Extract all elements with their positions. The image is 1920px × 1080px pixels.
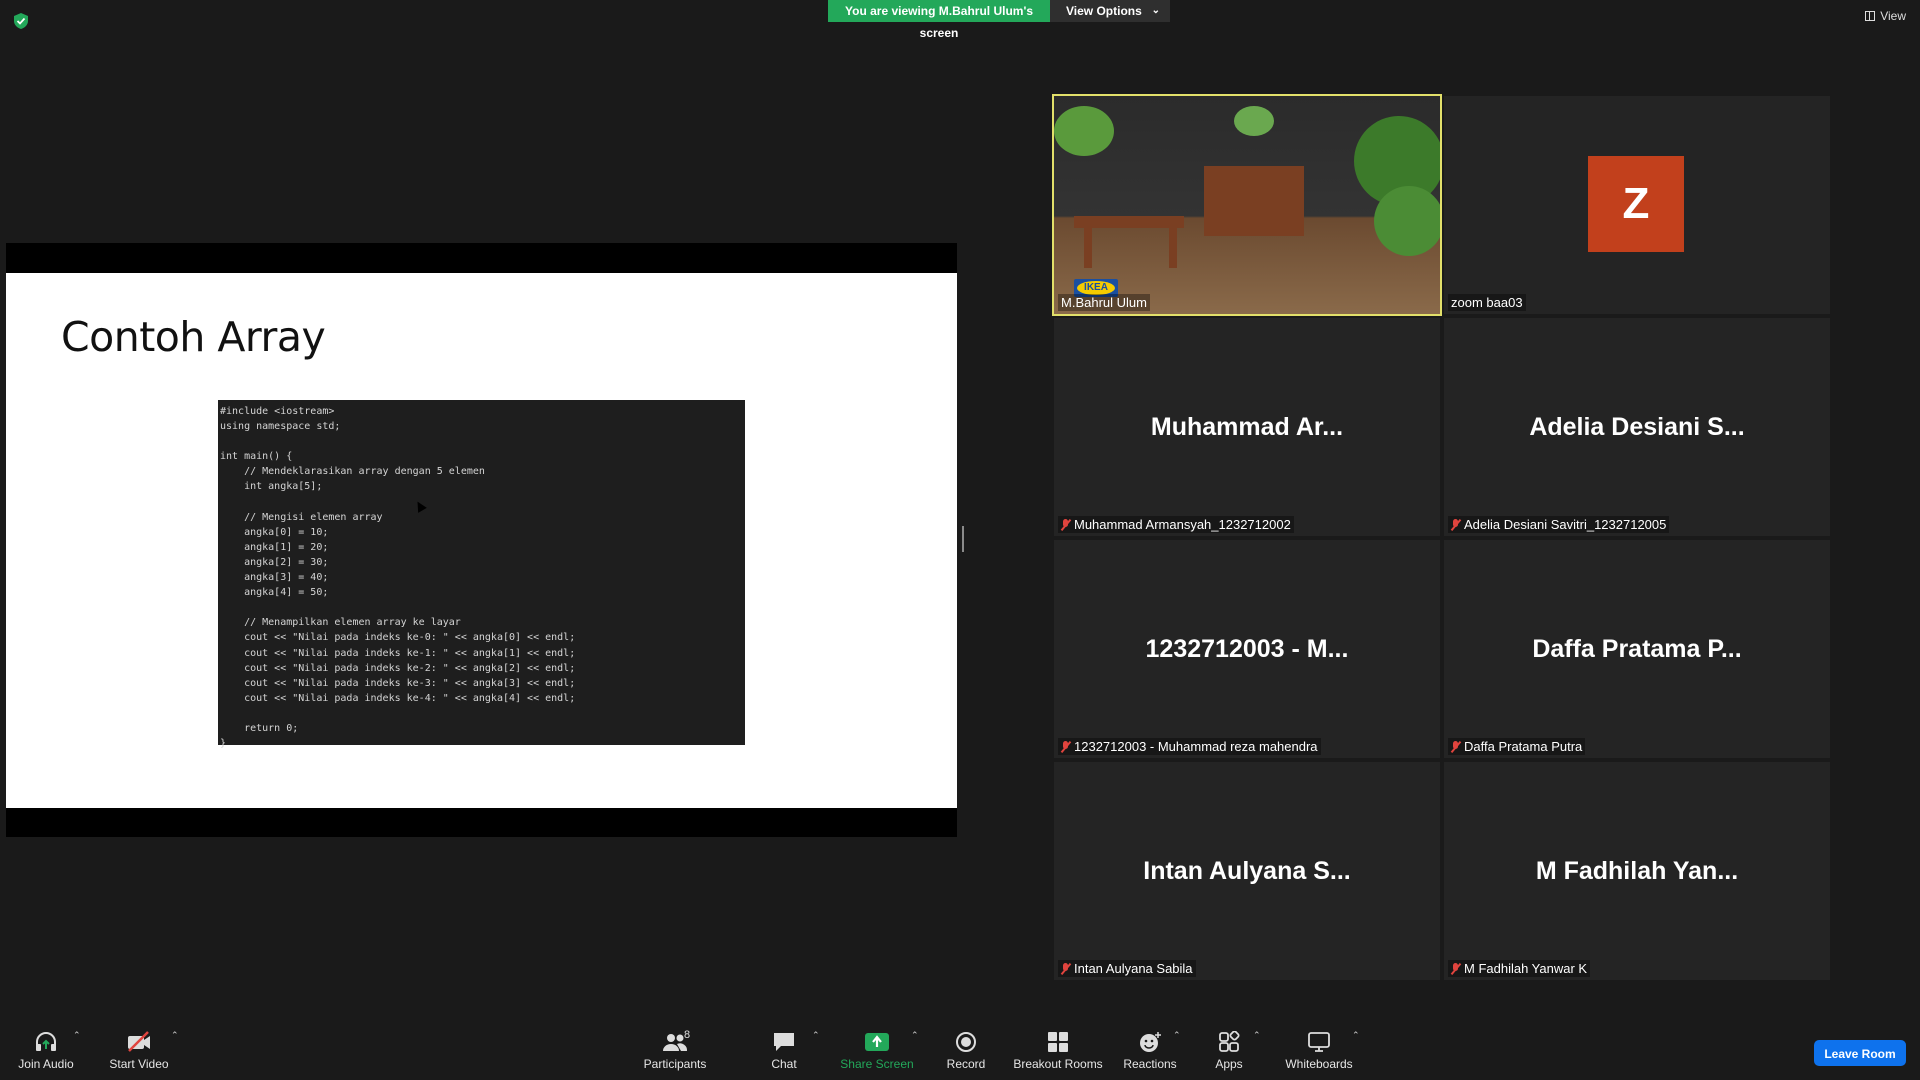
- chat-button[interactable]: Chat: [764, 1018, 804, 1080]
- reactions-label: Reactions: [1123, 1057, 1177, 1071]
- participant-display-name: Intan Aulyana S...: [1143, 857, 1351, 885]
- participant-name: Daffa Pratama Putra: [1464, 739, 1583, 754]
- breakout-rooms-button[interactable]: Breakout Rooms: [1013, 1018, 1103, 1080]
- avatar: Z: [1588, 156, 1684, 252]
- mic-muted-icon: [1061, 518, 1070, 531]
- participant-name-label: Daffa Pratama Putra: [1448, 738, 1586, 755]
- participant-name: Intan Aulyana Sabila: [1074, 961, 1193, 976]
- meeting-toolbar: Join Audio ⌃ Start Video ⌃ 8 Participant…: [0, 1018, 1920, 1080]
- participant-display-name: Daffa Pratama P...: [1532, 635, 1742, 663]
- share-options-caret-icon[interactable]: ⌃: [911, 1030, 919, 1041]
- participant-name: Adelia Desiani Savitri_1232712005: [1464, 517, 1667, 532]
- mic-muted-icon: [1451, 518, 1460, 531]
- screen-share-banner: You are viewing M.Bahrul Ulum's screen V…: [828, 0, 1170, 40]
- mic-muted-icon: [1451, 962, 1460, 975]
- apps-options-caret-icon[interactable]: ⌃: [1253, 1030, 1261, 1041]
- participant-name-label: M.Bahrul Ulum: [1058, 294, 1150, 311]
- video-tile-m-fadhilah[interactable]: M Fadhilah Yan... M Fadhilah Yanwar K: [1444, 762, 1830, 980]
- view-button[interactable]: View: [1865, 9, 1906, 23]
- record-label: Record: [946, 1057, 986, 1071]
- start-video-label: Start Video: [109, 1057, 169, 1071]
- participant-name: 1232712003 - Muhammad reza mahendra: [1074, 739, 1318, 754]
- join-audio-label: Join Audio: [18, 1057, 74, 1071]
- apps-button[interactable]: Apps: [1212, 1018, 1246, 1080]
- participants-button[interactable]: 8 Participants: [640, 1018, 710, 1080]
- security-shield-icon[interactable]: [12, 12, 30, 30]
- video-tile-muhammad-armansyah[interactable]: Muhammad Ar... Muhammad Armansyah_123271…: [1054, 318, 1440, 536]
- share-screen-button[interactable]: Share Screen: [840, 1018, 914, 1080]
- apps-icon: [1216, 1031, 1242, 1053]
- video-tile-adelia-desiani[interactable]: Adelia Desiani S... Adelia Desiani Savit…: [1444, 318, 1830, 536]
- video-off-icon: [126, 1031, 152, 1053]
- participant-display-name: Adelia Desiani S...: [1529, 413, 1745, 441]
- mic-muted-icon: [1061, 962, 1070, 975]
- participant-name: M.Bahrul Ulum: [1061, 295, 1147, 310]
- participant-name: M Fadhilah Yanwar K: [1464, 961, 1588, 976]
- participant-display-name: M Fadhilah Yan...: [1535, 857, 1739, 885]
- chat-label: Chat: [771, 1057, 797, 1071]
- participants-label: Participants: [643, 1057, 707, 1071]
- video-tile-zoom-baa03[interactable]: Z zoom baa03: [1444, 96, 1830, 314]
- breakout-rooms-icon: [1045, 1031, 1071, 1053]
- participant-name-label: M Fadhilah Yanwar K: [1448, 960, 1591, 977]
- smiley-icon: [1137, 1031, 1163, 1053]
- join-audio-button[interactable]: Join Audio: [16, 1018, 76, 1080]
- shared-screen-area[interactable]: Contoh Array #include <iostream> using n…: [6, 243, 957, 837]
- participant-name-label: 1232712003 - Muhammad reza mahendra: [1058, 738, 1321, 755]
- participant-name-label: Adelia Desiani Savitri_1232712005: [1448, 516, 1670, 533]
- camera-video-feed: IKEA: [1054, 96, 1440, 314]
- share-screen-label: Share Screen: [840, 1057, 914, 1071]
- headphones-icon: [33, 1031, 59, 1053]
- participant-name-label: zoom baa03: [1448, 294, 1526, 311]
- share-screen-icon: [864, 1031, 890, 1053]
- participant-name: Muhammad Armansyah_1232712002: [1074, 517, 1291, 532]
- reactions-button[interactable]: Reactions: [1123, 1018, 1177, 1080]
- participant-name: zoom baa03: [1451, 295, 1523, 310]
- start-video-button[interactable]: Start Video: [106, 1018, 172, 1080]
- participant-name-label: Intan Aulyana Sabila: [1058, 960, 1196, 977]
- record-icon: [953, 1031, 979, 1053]
- view-label: View: [1880, 9, 1906, 23]
- slide-title: Contoh Array: [61, 313, 326, 361]
- code-text: #include <iostream> using namespace std;…: [220, 406, 576, 750]
- view-options-label: View Options: [1066, 4, 1142, 18]
- mic-muted-icon: [1451, 740, 1460, 753]
- leave-room-button[interactable]: Leave Room: [1814, 1040, 1906, 1066]
- video-options-caret-icon[interactable]: ⌃: [171, 1030, 179, 1041]
- apps-label: Apps: [1215, 1057, 1243, 1071]
- participant-display-name: 1232712003 - M...: [1145, 635, 1349, 663]
- whiteboards-button[interactable]: Whiteboards: [1282, 1018, 1356, 1080]
- code-screenshot: #include <iostream> using namespace std;…: [218, 400, 745, 749]
- whiteboard-icon: [1306, 1031, 1332, 1053]
- record-button[interactable]: Record: [944, 1018, 988, 1080]
- video-tile-m-bahrul-ulum[interactable]: IKEA M.Bahrul Ulum: [1052, 94, 1442, 316]
- audio-options-caret-icon[interactable]: ⌃: [73, 1030, 81, 1041]
- participants-icon: 8: [662, 1029, 691, 1053]
- presentation-slide: Contoh Array #include <iostream> using n…: [6, 273, 957, 808]
- video-tile-daffa-pratama[interactable]: Daffa Pratama P... Daffa Pratama Putra: [1444, 540, 1830, 758]
- participants-count: 8: [684, 1029, 691, 1041]
- video-tile-muhammad-reza[interactable]: 1232712003 - M... 1232712003 - Muhammad …: [1054, 540, 1440, 758]
- mic-muted-icon: [1061, 740, 1070, 753]
- chevron-down-icon: ⌄: [1151, 5, 1160, 16]
- whiteboards-options-caret-icon[interactable]: ⌃: [1352, 1030, 1360, 1041]
- view-layout-icon: [1865, 11, 1876, 21]
- view-options-button[interactable]: View Options ⌄: [1050, 0, 1170, 22]
- reactions-options-caret-icon[interactable]: ⌃: [1173, 1030, 1181, 1041]
- breakout-rooms-label: Breakout Rooms: [1013, 1057, 1103, 1071]
- video-tile-intan-aulyana[interactable]: Intan Aulyana S... Intan Aulyana Sabila: [1054, 762, 1440, 980]
- participant-name-label: Muhammad Armansyah_1232712002: [1058, 516, 1294, 533]
- participant-display-name: Muhammad Ar...: [1150, 413, 1344, 441]
- viewing-screen-label: You are viewing M.Bahrul Ulum's screen: [828, 0, 1050, 40]
- whiteboards-label: Whiteboards: [1285, 1057, 1353, 1071]
- chat-bubble-icon: [771, 1031, 797, 1053]
- chat-options-caret-icon[interactable]: ⌃: [812, 1030, 820, 1041]
- layout-splitter-handle[interactable]: [962, 526, 964, 552]
